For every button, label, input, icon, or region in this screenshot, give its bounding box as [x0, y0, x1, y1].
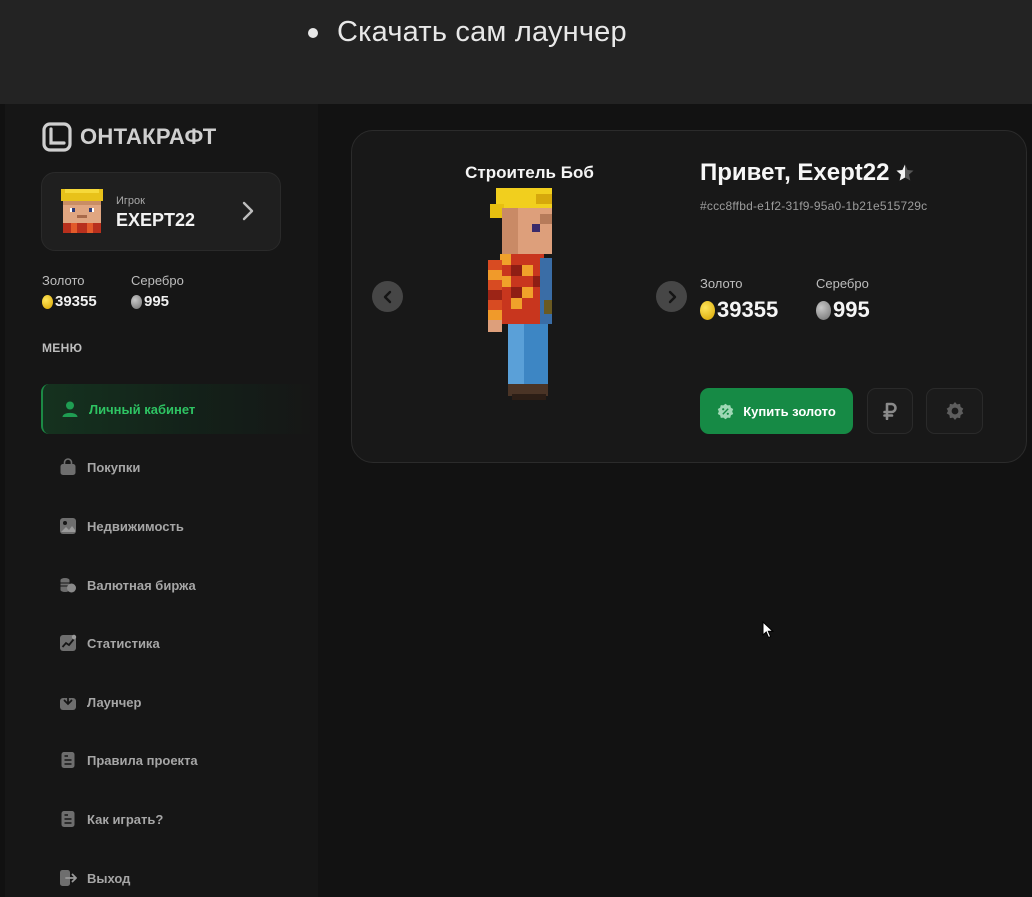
chevron-right-icon	[668, 290, 676, 303]
buy-gold-button[interactable]: Купить золото	[700, 388, 853, 434]
download-icon	[59, 693, 77, 711]
profile-card: Строитель Боб Привет, Exept22 #ccc8ffbd-…	[351, 130, 1027, 463]
silver-label: Серебро	[816, 276, 869, 291]
sidebar-item-cabinet[interactable]: Личный кабинет	[41, 384, 317, 434]
sidebar-item-statistics[interactable]: Статистика	[41, 618, 317, 668]
banner-list-item: Скачать сам лаунчер	[306, 16, 627, 49]
sidebar-silver-label: Серебро	[131, 273, 184, 288]
gold-coin-icon	[42, 294, 53, 309]
banner-text: Скачать сам лаунчер	[337, 16, 627, 48]
chart-icon	[59, 634, 77, 652]
sidebar-item-purchases[interactable]: Покупки	[41, 442, 317, 492]
mouse-cursor-icon	[762, 620, 775, 639]
sidebar-item-launcher[interactable]: Лаунчер	[41, 677, 317, 727]
buy-gold-label: Купить золото	[743, 403, 836, 419]
sidebar-item-rules[interactable]: Правила проекта	[41, 735, 317, 785]
sidebar-item-label: Валютная биржа	[87, 577, 196, 593]
silver-amount: 995	[833, 297, 870, 322]
gold-label: Золото	[700, 276, 743, 291]
sidebar-item-label: Недвижимость	[87, 518, 184, 534]
player-name: EXEPT22	[116, 210, 196, 230]
chevron-left-icon	[383, 290, 391, 303]
sidebar-item-label: Как играть?	[87, 811, 164, 827]
greeting-text: Привет, Exept22	[700, 159, 890, 186]
document-icon	[59, 810, 77, 828]
silver-coin-icon	[816, 300, 831, 320]
top-banner: Скачать сам лаунчер	[0, 0, 1032, 104]
player-uuid: #ccc8ffbd-e1f2-31f9-95a0-1b21e515729c	[700, 199, 928, 213]
menu-title: МЕНЮ	[42, 341, 83, 355]
next-skin-button[interactable]	[656, 281, 687, 312]
sidebar-item-realty[interactable]: Недвижимость	[41, 501, 317, 551]
sidebar-gold-label: Золото	[42, 273, 85, 288]
sidebar-item-exchange[interactable]: Валютная биржа	[41, 560, 317, 610]
logo-text: ОНТАКРАФТ	[80, 124, 217, 149]
avatar	[61, 188, 103, 233]
sidebar-item-how-to-play[interactable]: Как играть?	[41, 794, 317, 844]
sidebar-gold-value: 39355	[42, 293, 97, 310]
main-content: Строитель Боб Привет, Exept22 #ccc8ffbd-…	[318, 104, 1032, 897]
silver-coin-icon	[131, 294, 142, 309]
prev-skin-button[interactable]	[372, 281, 403, 312]
gold-coin-icon	[700, 300, 715, 320]
chevron-right-icon	[240, 199, 256, 223]
player-role: Игрок	[116, 195, 145, 207]
sidebar-item-label: Лаунчер	[87, 694, 142, 710]
image-icon	[59, 517, 77, 535]
logo-icon	[42, 122, 72, 152]
user-icon	[61, 400, 79, 418]
sidebar-item-label: Правила проекта	[87, 752, 198, 768]
settings-button[interactable]	[926, 388, 983, 434]
sidebar-gold-amount: 39355	[55, 293, 97, 310]
gold-amount: 39355	[717, 297, 779, 322]
coins-icon	[59, 576, 77, 594]
ruble-icon	[883, 402, 897, 420]
sidebar-silver-amount: 995	[144, 293, 170, 310]
logout-icon	[59, 869, 77, 887]
greeting-title: Привет, Exept22	[700, 159, 915, 187]
app-window: ОНТАКРАФТ Игрок EXEPT22 Золото 39355 Сер…	[5, 104, 1032, 897]
bullet-icon	[308, 27, 318, 38]
sidebar-item-label: Личный кабинет	[89, 401, 196, 417]
skin-preview[interactable]	[482, 188, 572, 403]
badge-percent-icon	[717, 403, 734, 420]
gold-balance: 39355	[700, 297, 778, 323]
sidebar: ОНТАКРАФТ Игрок EXEPT22 Золото 39355 Сер…	[5, 104, 318, 897]
skin-title: Строитель Боб	[465, 163, 594, 182]
logo[interactable]: ОНТАКРАФТ	[42, 122, 217, 152]
sidebar-item-label: Покупки	[87, 459, 141, 475]
sidebar-silver-value: 995	[131, 293, 169, 310]
sidebar-item-label: Статистика	[87, 635, 160, 651]
star-half-icon	[895, 163, 915, 183]
player-card[interactable]: Игрок EXEPT22	[41, 172, 281, 251]
banner-list: Скачать сам лаунчер	[306, 16, 627, 49]
sidebar-item-label: Выход	[87, 870, 131, 886]
document-icon	[59, 751, 77, 769]
silver-balance: 995	[816, 297, 870, 323]
bag-icon	[59, 458, 77, 476]
sidebar-item-logout[interactable]: Выход	[41, 853, 317, 897]
gear-icon	[946, 402, 963, 420]
ruble-button[interactable]	[867, 388, 913, 434]
